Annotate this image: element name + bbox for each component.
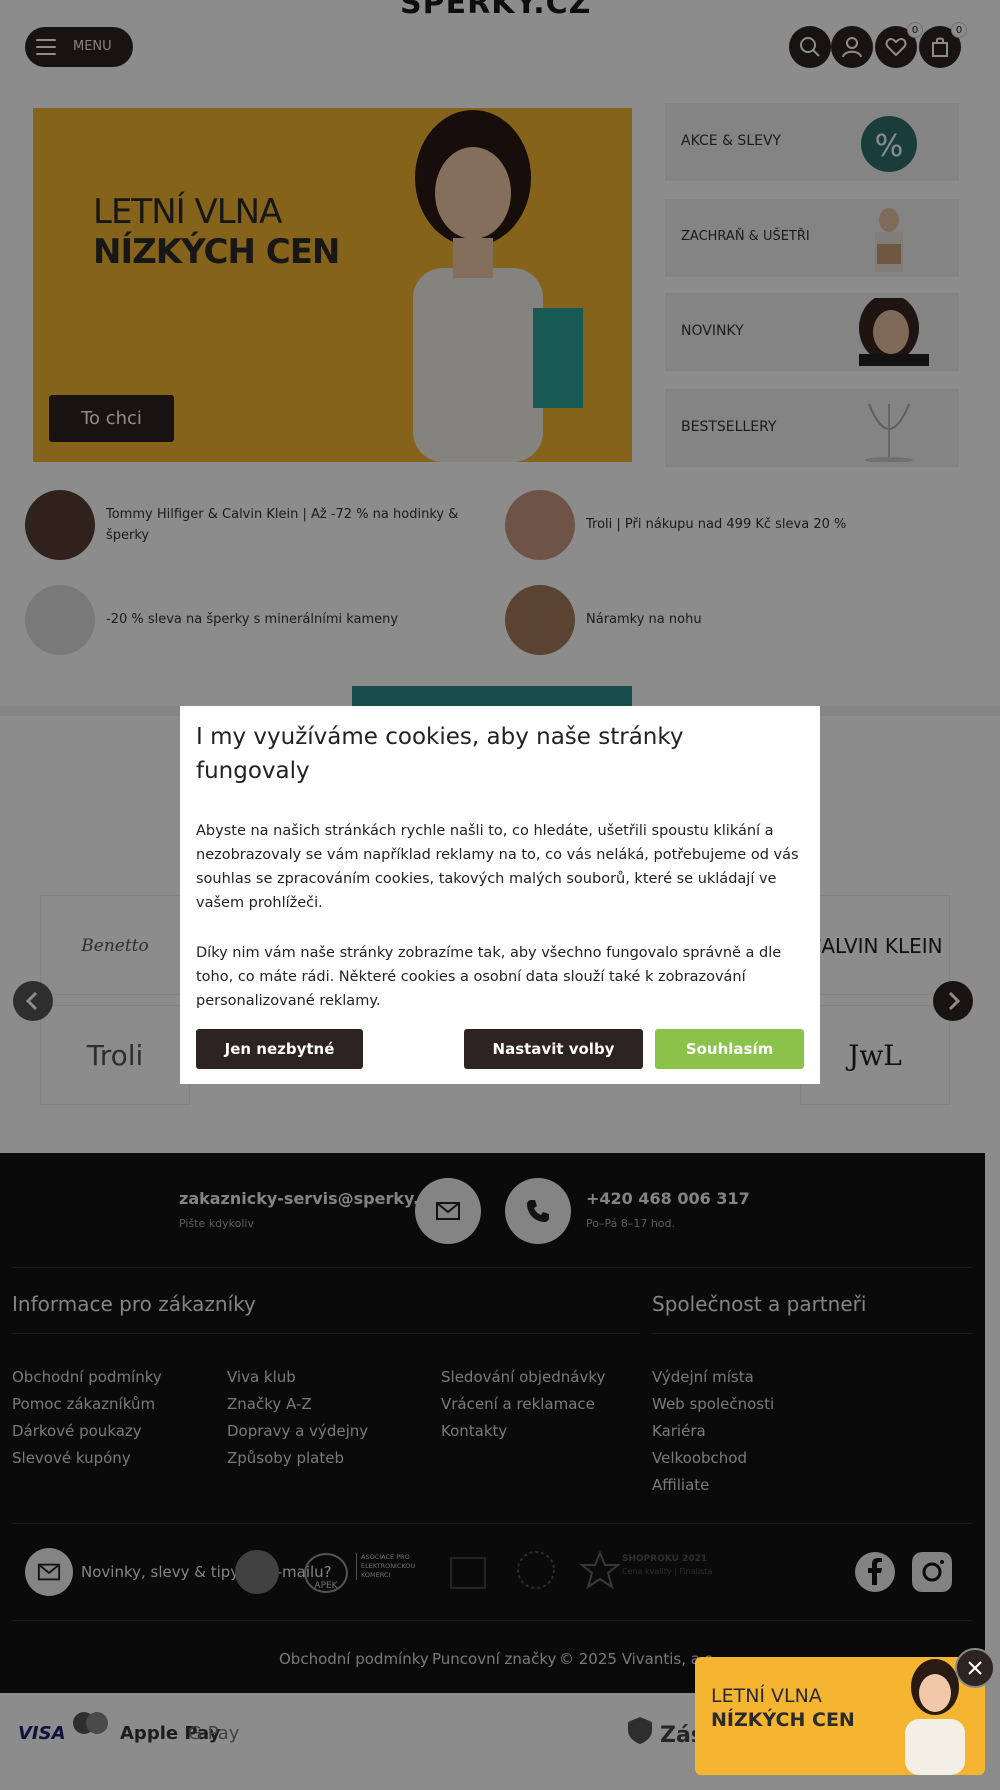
cookie-title: I my využíváme cookies, aby naše stránky…	[196, 724, 684, 784]
mini-banner-line2: NÍZKÝCH CEN	[711, 1709, 855, 1731]
cookie-consent-dialog: I my využíváme cookies, aby naše stránky…	[180, 706, 820, 1084]
floating-promo-banner[interactable]: LETNÍ VLNA NÍZKÝCH CEN	[695, 1657, 985, 1775]
close-icon	[968, 1661, 982, 1675]
cookie-paragraph: Díky nim vám naše stránky zobrazíme tak,…	[196, 945, 782, 1009]
cookie-settings-button[interactable]: Nastavit volby	[464, 1029, 643, 1069]
cookie-accept-button[interactable]: Souhlasím	[655, 1029, 804, 1069]
mini-banner-close-button[interactable]	[955, 1648, 995, 1688]
cookie-paragraph: Abyste na našich stránkách rychle našli …	[196, 823, 799, 911]
mini-banner-line1: LETNÍ VLNA	[711, 1685, 822, 1707]
cookie-necessary-button[interactable]: Jen nezbytné	[196, 1029, 363, 1069]
